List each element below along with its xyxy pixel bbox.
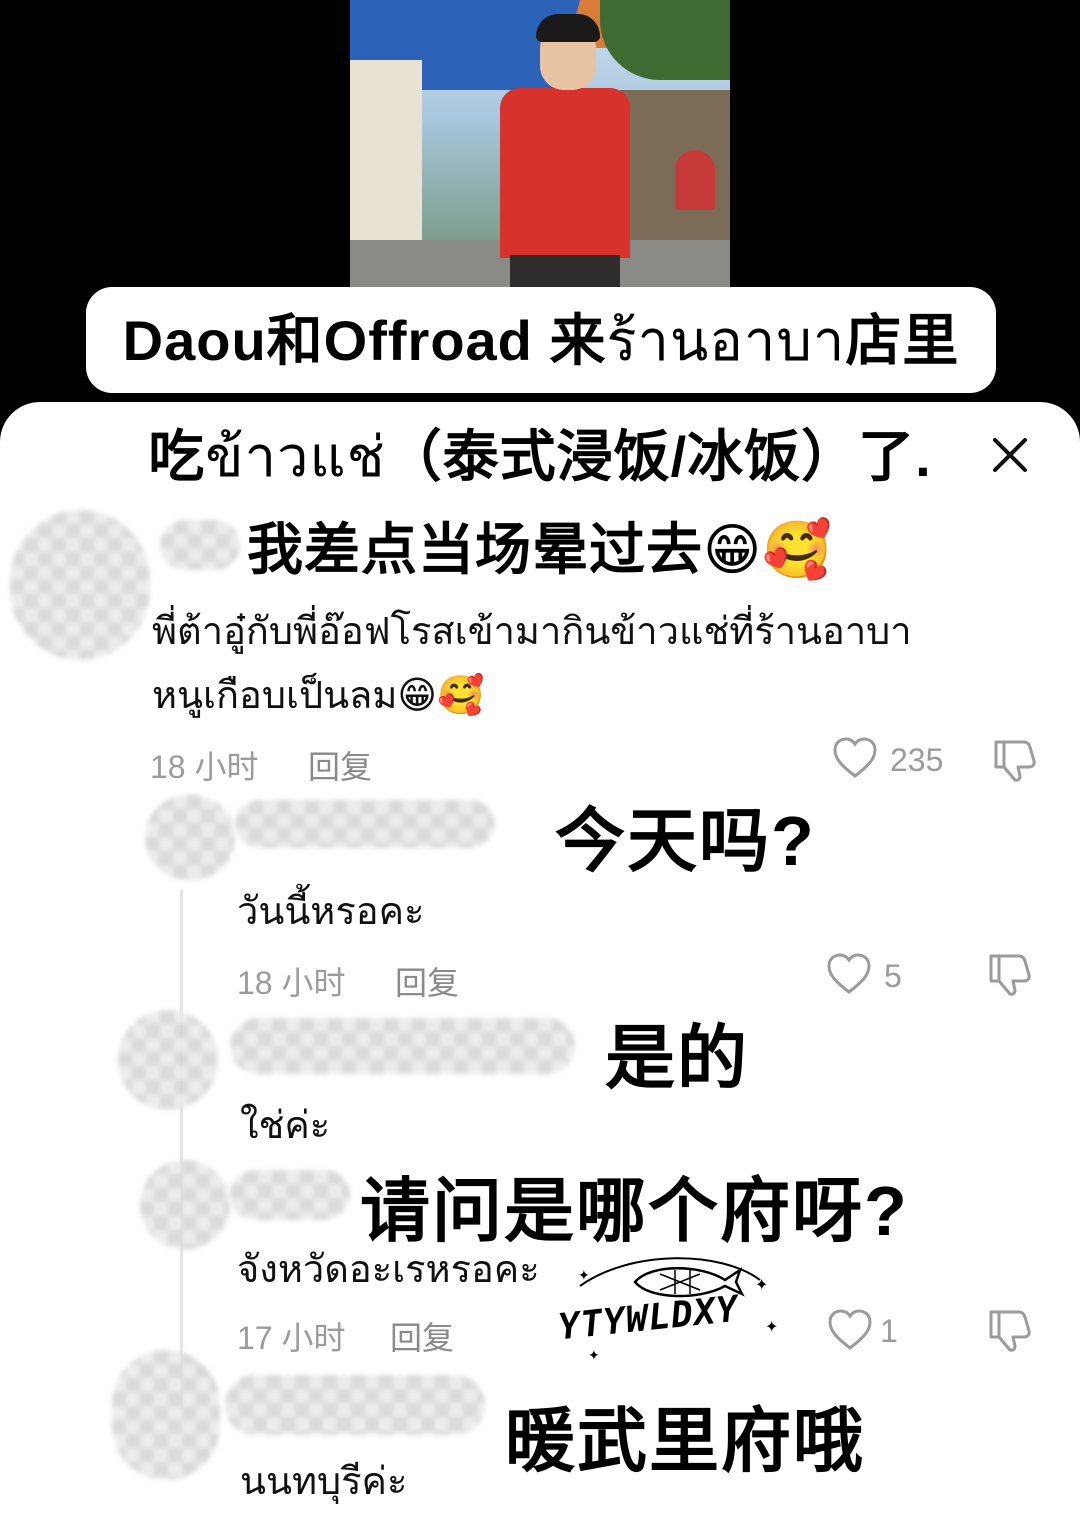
comment-text: จังหวัดอะเรหรอคะ: [237, 1249, 540, 1291]
video-preview[interactable]: [350, 0, 730, 288]
caption-line-2-thai: ข้าวแช่: [205, 425, 386, 488]
svg-text:✦: ✦: [765, 1319, 778, 1336]
avatar[interactable]: [112, 1350, 220, 1480]
username-redacted: [235, 800, 495, 848]
close-icon[interactable]: [985, 430, 1035, 480]
person-shirt: [500, 88, 630, 258]
thumbs-down-icon[interactable]: [985, 950, 1033, 1003]
heart-icon[interactable]: [826, 1308, 874, 1357]
comment-text-line-2: หนูเกือบเป็นลม😁🥰: [152, 675, 485, 717]
caption-banner: Daou和Offroad 来ร้านอาบา店里: [86, 287, 996, 393]
caption-line-1-part-b: 店里: [845, 308, 960, 372]
reply-thread-line: [180, 890, 183, 1410]
watermark: ✦ ✦ ✦ ✦ YTYWLDXY: [550, 1250, 790, 1370]
avatar[interactable]: [118, 1010, 218, 1110]
comment-text: พี่ต้าอู๋กับพี่อ๊อฟโรสเข้ามากินข้าวแช่ที…: [152, 611, 912, 653]
comment-time: 18 小时: [150, 749, 259, 785]
like-count: 235: [890, 742, 944, 778]
person-pants: [510, 255, 620, 288]
caption-line-1-part-a: Daou和Offroad 来: [122, 308, 607, 372]
thumbs-down-icon[interactable]: [990, 736, 1038, 789]
reply-button[interactable]: 回复: [390, 1313, 454, 1359]
reply-button[interactable]: 回复: [308, 742, 372, 788]
comment-text: ใช่ค่ะ: [240, 1105, 331, 1147]
username-redacted: [225, 1375, 485, 1435]
avatar[interactable]: [140, 1160, 230, 1250]
avatar[interactable]: [10, 510, 150, 660]
caption-line-2-part-b: （泰式浸饭/冰饭）了.: [385, 425, 932, 488]
comment-text: วันนี้หรอคะ: [237, 891, 425, 933]
heart-icon[interactable]: [832, 736, 878, 785]
username-redacted: [230, 1018, 575, 1074]
username-redacted: [160, 520, 240, 570]
caption-line-1-thai: ร้านอาบา: [606, 308, 846, 372]
comment-time: 18 小时: [237, 965, 346, 1001]
username-redacted: [230, 1170, 350, 1220]
thumbs-down-icon[interactable]: [985, 1306, 1033, 1359]
comment-translation: 暖武里府哦: [505, 1402, 865, 1480]
reply-button[interactable]: 回复: [395, 958, 459, 1004]
comment-time: 17 小时: [237, 1320, 346, 1356]
person-hair: [536, 14, 600, 42]
comment-translation: 是的: [605, 1019, 749, 1097]
avatar[interactable]: [145, 795, 235, 880]
svg-text:✦: ✦: [755, 1277, 768, 1294]
caption-line-2: 吃ข้าวแช่（泰式浸饭/冰饭）了.: [0, 412, 1080, 501]
caption-line-2-part-a: 吃: [148, 425, 206, 488]
svg-text:✦: ✦: [588, 1347, 600, 1363]
like-count: 5: [884, 958, 902, 994]
comment-translation: 今天吗?: [555, 802, 816, 880]
like-count: 1: [880, 1313, 898, 1349]
heart-icon[interactable]: [825, 952, 873, 1001]
photo-umbrella: [675, 150, 715, 210]
caption-line-1: Daou和Offroad 来ร้านอาบา店里: [123, 296, 960, 385]
svg-text:✦: ✦: [578, 1267, 590, 1283]
comment-text: นนทบุรีค่ะ: [240, 1461, 408, 1503]
